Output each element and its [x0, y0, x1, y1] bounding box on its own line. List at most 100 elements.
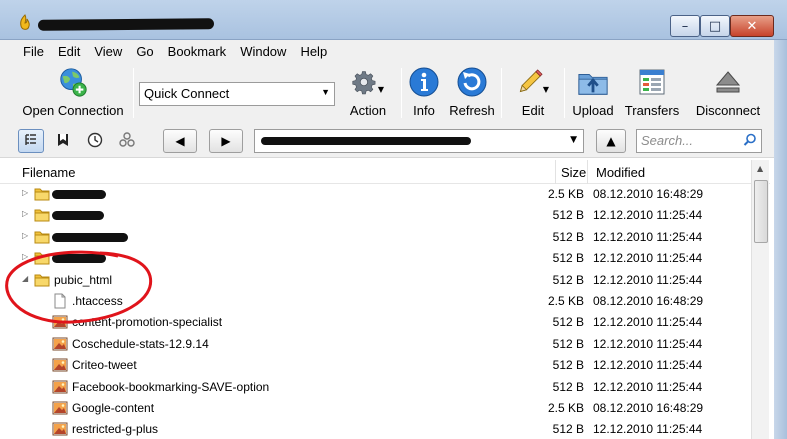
navigation-bar: ◀ ▶ ▼ ▲ Search...: [0, 124, 787, 158]
collapsed-arrow-icon[interactable]: ▷: [22, 231, 30, 241]
action-label: Action: [349, 103, 387, 118]
column-divider[interactable]: [555, 160, 556, 184]
toolbar-separator: [501, 68, 502, 118]
file-row[interactable]: Coschedule-stats-12.9.14 512 B 12.12.2010 …: [0, 334, 750, 355]
column-filename[interactable]: Filename: [22, 165, 75, 180]
bonjour-toggle[interactable]: [114, 129, 140, 153]
menu-help[interactable]: Help: [293, 44, 334, 59]
menu-file[interactable]: File: [16, 44, 51, 59]
info-button[interactable]: Info: [406, 62, 442, 122]
menu-window[interactable]: Window: [233, 44, 293, 59]
file-row[interactable]: .htaccess 2.5 KB 08.12.2010 16:48:29: [0, 291, 750, 312]
file-modified: 12.12.2010 11:25:44: [593, 379, 703, 394]
action-button[interactable]: ▼ Action: [340, 62, 396, 122]
file-size: 512 B: [552, 379, 584, 394]
browser-view-toggle[interactable]: [18, 129, 44, 153]
folder-icon: [34, 186, 50, 202]
forward-button[interactable]: ▶: [209, 129, 243, 153]
column-header-row: Filename Size Modified: [0, 160, 770, 184]
refresh-icon: [456, 65, 488, 99]
refresh-button[interactable]: Refresh: [448, 62, 496, 122]
bookmarks-toggle[interactable]: [50, 129, 76, 153]
disconnect-button[interactable]: Disconnect: [692, 62, 764, 122]
chevron-down-icon: ▼: [321, 87, 330, 97]
file-row[interactable]: ▷ 512 B 12.12.2010 11:25:44: [0, 227, 750, 248]
expanded-arrow-icon[interactable]: ◢: [22, 274, 30, 284]
window-title-redacted: [37, 18, 215, 31]
file-modified: 12.12.2010 11:25:44: [593, 208, 703, 223]
scrollbar-thumb[interactable]: [754, 180, 768, 243]
toolbar: Open Connection Quick Connect ▼ ▼ Action: [0, 62, 787, 124]
file-row[interactable]: content-promotion-specialist 512 B 12.12.2…: [0, 312, 750, 333]
disconnect-label: Disconnect: [695, 103, 761, 118]
transfers-label: Transfers: [624, 103, 680, 118]
file-row[interactable]: Facebook-bookmarking-SAVE-option 512 B 12.…: [0, 377, 750, 398]
menu-bookmark[interactable]: Bookmark: [161, 44, 234, 59]
file-size: 512 B: [552, 272, 584, 287]
image-file-icon: [52, 314, 68, 330]
menu-edit[interactable]: Edit: [51, 44, 87, 59]
file-row[interactable]: ▷ 512 B 12.12.2010 11:25:44: [0, 248, 750, 269]
filename-redacted: [52, 254, 106, 264]
toolbar-separator: [564, 68, 565, 118]
eject-icon: [712, 65, 744, 99]
file-size: 2.5 KB: [547, 294, 584, 308]
file-modified: 12.12.2010 11:25:44: [593, 251, 703, 266]
tree-view-icon: [24, 133, 38, 150]
file-row[interactable]: Google-content 2.5 KB 08.12.2010 16:48:29: [0, 398, 750, 419]
filename-redacted: [52, 211, 104, 221]
folder-icon: [34, 207, 50, 223]
transfers-button[interactable]: Transfers: [623, 62, 681, 122]
network-icon: [119, 131, 135, 151]
file-row[interactable]: Criteo-tweet 512 B 12.12.2010 11:25:44: [0, 355, 750, 376]
menu-view[interactable]: View: [87, 44, 129, 59]
edit-button[interactable]: ▼ Edit: [508, 62, 558, 122]
file-row[interactable]: ◢ pubic_html 512 B 12.12.2010 11:25:44: [0, 270, 750, 291]
arrow-up-icon: ▲: [606, 134, 616, 148]
file-size: 512 B: [552, 336, 584, 351]
scroll-up-icon[interactable]: ▲: [757, 164, 763, 173]
file-row[interactable]: ▷ 2.5 KB 08.12.2010 16:48:29: [0, 184, 750, 205]
column-size[interactable]: Size: [561, 165, 586, 180]
back-button[interactable]: ◀: [163, 129, 197, 153]
search-placeholder: Search...: [641, 133, 694, 148]
image-file-icon: [52, 336, 68, 352]
file-row[interactable]: ▷ 512 B 12.12.2010 11:25:44: [0, 205, 750, 226]
upload-button[interactable]: Upload: [570, 62, 616, 122]
file-modified: 12.12.2010 11:25:44: [593, 358, 703, 373]
parent-directory-button[interactable]: ▲: [596, 129, 626, 153]
minimize-button[interactable]: –: [670, 15, 700, 37]
chevron-down-icon: ▼: [542, 84, 549, 94]
column-divider[interactable]: [587, 160, 588, 184]
collapsed-arrow-icon[interactable]: ▷: [22, 252, 30, 262]
filename: Coschedule-stats-12.9.14: [72, 336, 209, 351]
filename: Criteo-tweet: [72, 358, 137, 373]
image-file-icon: [52, 379, 68, 395]
column-modified[interactable]: Modified: [596, 165, 645, 180]
collapsed-arrow-icon[interactable]: ▷: [22, 188, 30, 198]
file-browser-list: ▷ 2.5 KB 08.12.2010 16:48:29 ▷ 512 B 12.12.20…: [0, 184, 750, 439]
menu-go[interactable]: Go: [129, 44, 160, 59]
bookmark-icon: [57, 133, 69, 150]
file-row[interactable]: restricted-g-plus 512 B 12.12.2010 11:25:4…: [0, 419, 750, 439]
path-select[interactable]: ▼: [254, 129, 584, 153]
pencil-icon: ▼: [517, 65, 549, 99]
folder-icon: [34, 272, 50, 288]
transfers-list-icon: [636, 65, 668, 99]
open-connection-button[interactable]: Open Connection: [20, 62, 126, 122]
close-button[interactable]: ✕: [730, 15, 774, 37]
arrow-left-icon: ◀: [175, 134, 185, 148]
file-size: 512 B: [552, 315, 584, 330]
quick-connect-select[interactable]: Quick Connect ▼: [139, 82, 335, 106]
maximize-button[interactable]: □: [700, 15, 730, 37]
history-toggle[interactable]: [82, 129, 108, 153]
folder-icon: [34, 229, 50, 245]
quick-connect-value: Quick Connect: [144, 86, 230, 101]
search-input[interactable]: Search...: [636, 129, 762, 153]
upload-label: Upload: [572, 103, 614, 118]
collapsed-arrow-icon[interactable]: ▷: [22, 209, 30, 219]
filename: Google-content: [72, 401, 155, 415]
file-size: 512 B: [552, 358, 584, 373]
vertical-scrollbar[interactable]: ▲: [751, 160, 769, 439]
app-logo-icon: [20, 14, 30, 30]
